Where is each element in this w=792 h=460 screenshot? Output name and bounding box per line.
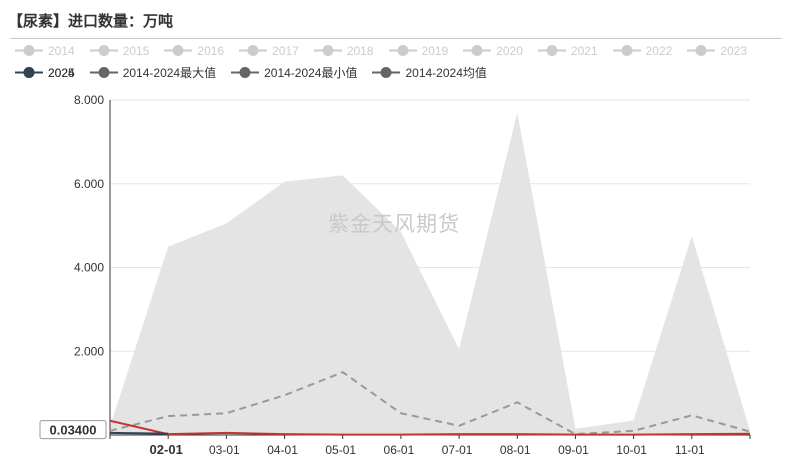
- watermark: 紫金天风期货: [328, 213, 460, 236]
- x-tick-label: 08-01: [500, 443, 531, 457]
- y-tick-label: 2.000: [74, 344, 104, 358]
- series-line-2025: [109, 431, 169, 435]
- x-tick-label: 04-01: [267, 443, 298, 457]
- x-tick-label: 09-01: [558, 443, 589, 457]
- max-range-area: [110, 112, 750, 435]
- x-tick-label: 02-01: [150, 442, 183, 457]
- y-tick-label: 8.000: [74, 93, 104, 107]
- x-tick-label: 05-01: [325, 443, 356, 457]
- x-tick-label: 07-01: [442, 443, 473, 457]
- y-tick-label: 4.000: [74, 261, 104, 275]
- x-tick-label: 06-01: [384, 443, 415, 457]
- axis-pointer-value: 0.03400: [50, 423, 97, 438]
- x-tick-label: 03-01: [209, 443, 240, 457]
- x-tick-label: 10-01: [616, 443, 647, 457]
- y-tick-label: 6.000: [74, 177, 104, 191]
- x-tick-label: 11-01: [675, 443, 705, 457]
